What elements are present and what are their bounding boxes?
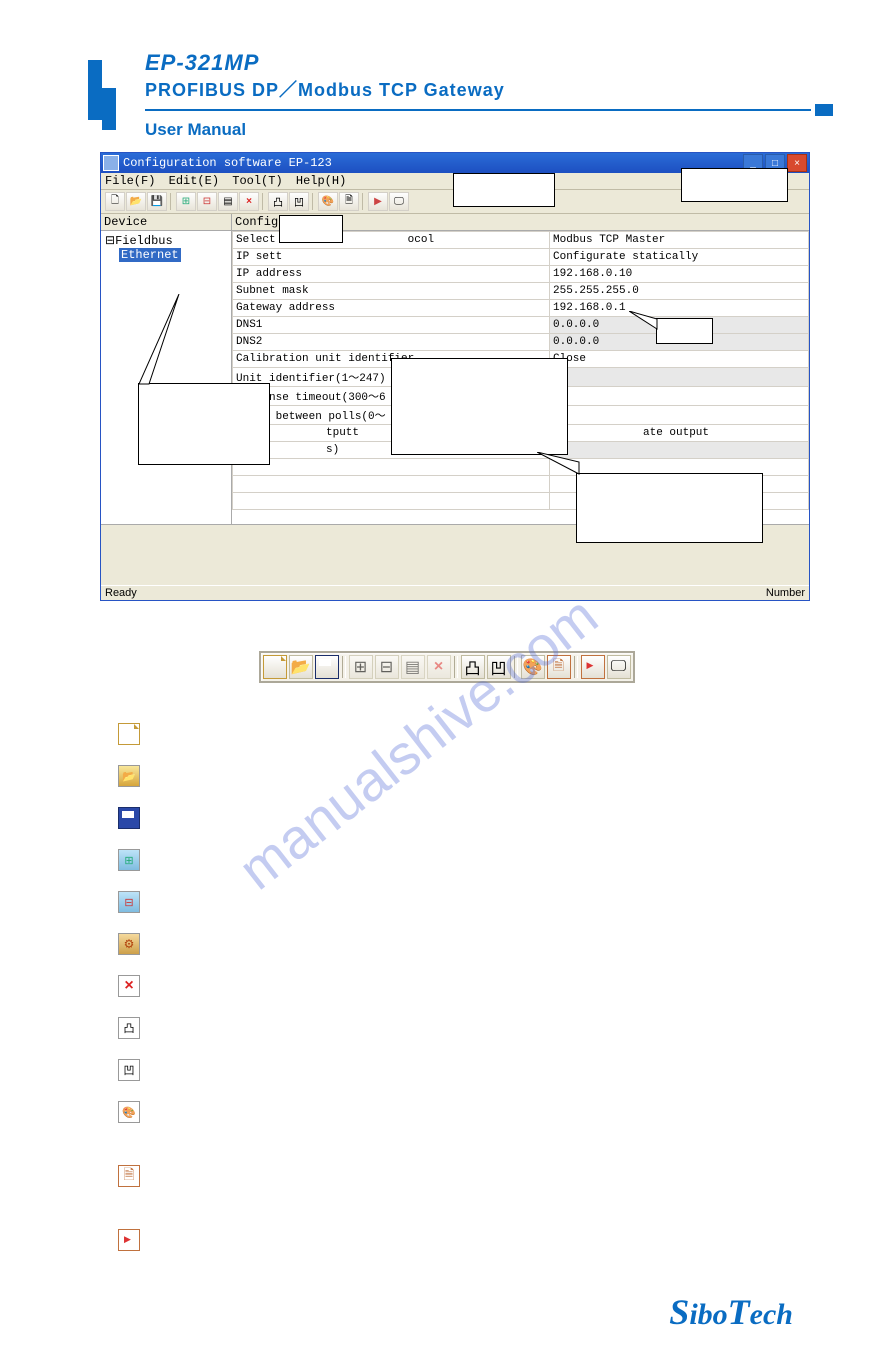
- app-window: Configuration software EP-123 _ □ × File…: [100, 152, 810, 601]
- toolbar-graphic: 📂 ⊞ ⊟ ▤ × 凸 凹 🎨 🖵: [259, 651, 635, 683]
- callout-box: [391, 358, 568, 455]
- doc-icon: [547, 655, 571, 679]
- upload-icon: 凸: [461, 655, 485, 679]
- menu-tool[interactable]: Tool(T): [232, 174, 282, 188]
- debug-icon: 🖵: [607, 655, 631, 679]
- product-subtitle: PROFIBUS DP／Modbus TCP Gateway: [145, 76, 833, 102]
- callout-box: [138, 383, 270, 465]
- tree-node-fieldbus[interactable]: ⊟Fieldbus: [105, 233, 227, 248]
- device-tree-header: Device: [101, 214, 231, 231]
- props-icon[interactable]: ▤: [218, 192, 238, 211]
- header-decor-bar: [88, 60, 102, 120]
- add-child-icon[interactable]: ⊟: [197, 192, 217, 211]
- brand-logo: SiboTech: [669, 1291, 793, 1333]
- app-icon: [103, 155, 119, 171]
- download-icon: 凹: [118, 1059, 140, 1081]
- doc-icon[interactable]: 🗎: [339, 192, 359, 211]
- header-rule: [145, 104, 833, 116]
- config-icon: 🎨: [521, 655, 545, 679]
- new-icon: [263, 655, 287, 679]
- table-row: Gateway address192.168.0.1: [233, 300, 809, 317]
- table-row: IP address192.168.0.10: [233, 266, 809, 283]
- delete-icon: ×: [118, 975, 140, 997]
- callout-box: [681, 168, 788, 202]
- add-child-icon: ⊟: [118, 891, 140, 913]
- export-icon[interactable]: ▶: [368, 192, 388, 211]
- props-icon: ▤: [401, 655, 425, 679]
- add-node-icon: ⊞: [349, 655, 373, 679]
- table-row: DNS20.0.0.0: [233, 334, 809, 351]
- add-child-icon: ⊟: [375, 655, 399, 679]
- add-node-icon[interactable]: ⊞: [176, 192, 196, 211]
- save-icon: [118, 807, 140, 829]
- menu-file[interactable]: File(F): [105, 174, 155, 188]
- callout-box: [656, 318, 713, 344]
- table-row: DNS10.0.0.0: [233, 317, 809, 334]
- callout-box: [453, 173, 555, 207]
- callout-box: [279, 215, 343, 243]
- table-row: IP settConfigurate statically: [233, 249, 809, 266]
- download-icon[interactable]: 凹: [289, 192, 309, 211]
- export-icon: [581, 655, 605, 679]
- user-manual-label: User Manual: [145, 120, 833, 140]
- save-icon[interactable]: 💾: [147, 192, 167, 211]
- window-title: Configuration software EP-123: [123, 156, 743, 170]
- doc-icon: [118, 1165, 140, 1187]
- new-icon[interactable]: 🗋: [105, 192, 125, 211]
- save-icon: [315, 655, 339, 679]
- menu-edit[interactable]: Edit(E): [169, 174, 219, 188]
- open-icon[interactable]: 📂: [126, 192, 146, 211]
- props-icon: [118, 933, 140, 955]
- model-code: EP-321MP: [145, 50, 833, 76]
- upload-icon[interactable]: 凸: [268, 192, 288, 211]
- header-decor-bar: [102, 88, 116, 130]
- delete-icon: ×: [427, 655, 451, 679]
- config-icon[interactable]: 🎨: [318, 192, 338, 211]
- status-text: Ready: [105, 587, 137, 599]
- delete-icon[interactable]: ×: [239, 192, 259, 211]
- download-icon: 凹: [487, 655, 511, 679]
- icon-legend-list: 📂 ⊞ ⊟ × 凸 凹 🎨: [118, 713, 833, 1261]
- status-bar: Ready Number: [101, 585, 809, 600]
- upload-icon: 凸: [118, 1017, 140, 1039]
- debug-icon[interactable]: 🖵: [389, 192, 409, 211]
- menu-help[interactable]: Help(H): [296, 174, 346, 188]
- status-number: Number: [766, 587, 805, 599]
- callout-box: [576, 473, 763, 543]
- close-button[interactable]: ×: [787, 154, 807, 172]
- table-row: Subnet mask255.255.255.0: [233, 283, 809, 300]
- export-icon: [118, 1229, 140, 1251]
- config-icon: 🎨: [118, 1101, 140, 1123]
- open-icon: 📂: [118, 765, 140, 787]
- new-icon: [118, 723, 140, 745]
- tree-node-ethernet[interactable]: Ethernet: [119, 248, 181, 262]
- open-icon: 📂: [289, 655, 313, 679]
- add-node-icon: ⊞: [118, 849, 140, 871]
